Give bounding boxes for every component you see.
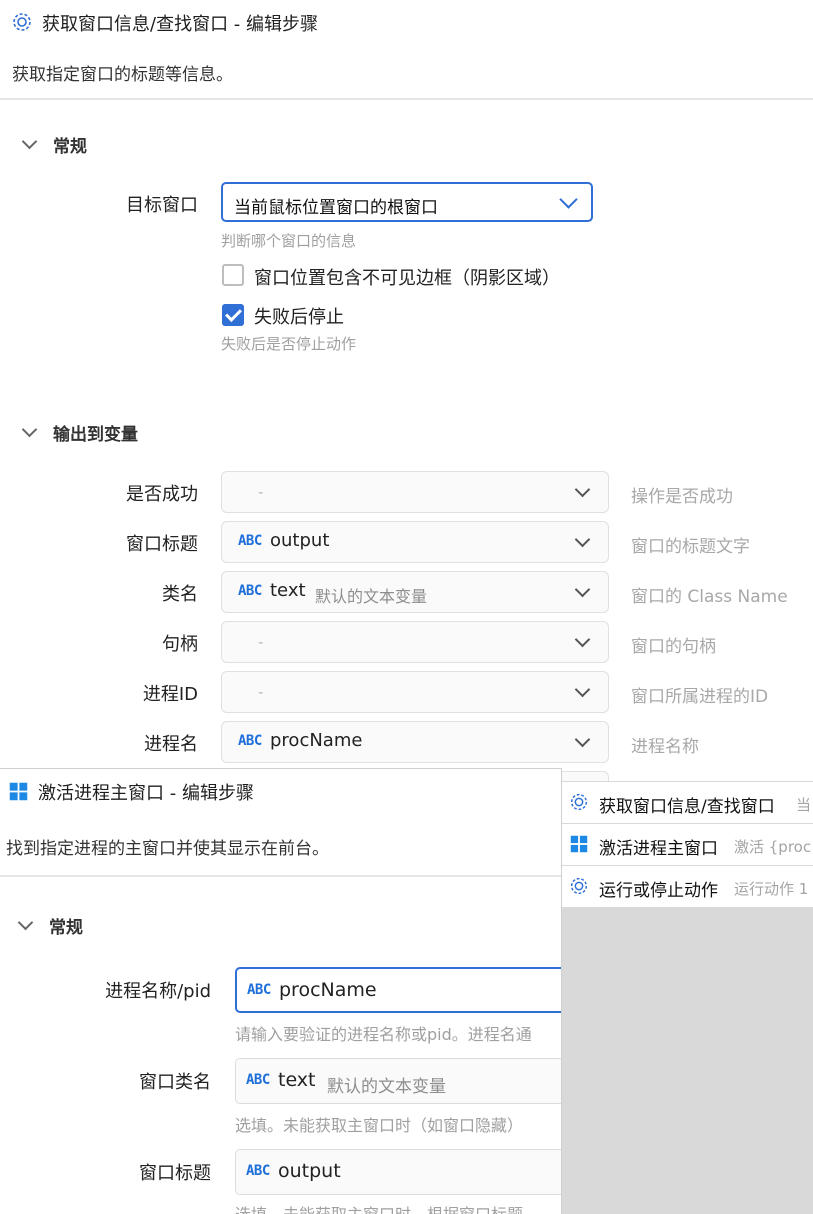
chevron-down-icon [574,481,591,498]
chevron-down-icon [574,731,591,748]
window-class-hint: 选填。未能获取主窗口时（如窗口隐藏） [235,1116,524,1135]
output-hint-pid: 窗口所属进程的ID [631,687,769,707]
window-description: 找到指定进程的主窗口并使其显示在前台。 [6,839,329,859]
window-class-label: 窗口类名 [139,1072,211,1093]
step-list: 获取窗口信息/查找窗口 当 激活进程主窗口 激活 {proc 运行或停止动作 运… [562,781,813,1214]
target-window-value: 当前鼠标位置窗口的根窗口 [234,198,438,218]
text-type-icon: ABC [247,982,271,998]
output-label-pid: 进程ID [142,684,198,705]
chevron-down-icon [21,133,38,150]
output-hint-class: 窗口的 Class Name [631,587,788,607]
chevron-down-icon [574,531,591,548]
output-select-success[interactable]: - [221,471,609,513]
step-description: 激活 {proc [734,838,812,856]
window-title-label: 窗口标题 [139,1163,211,1184]
gear-icon [570,877,588,895]
output-label-success: 是否成功 [126,484,198,505]
text-type-icon: ABC [246,1072,270,1088]
target-window-label: 目标窗口 [126,195,198,216]
output-hint-procname: 进程名称 [631,737,699,757]
output-select-title[interactable]: ABC output [221,521,609,563]
text-type-icon: ABC [246,1163,270,1179]
chevron-down-icon [21,421,38,438]
window-title: 获取窗口信息/查找窗口 - 编辑步骤 [42,14,319,35]
section-general-label: 常规 [53,137,87,157]
window-description: 获取指定窗口的标题等信息。 [12,65,233,85]
gear-icon [570,793,588,811]
step-name: 激活进程主窗口 [599,839,718,859]
step-name: 运行或停止动作 [599,881,718,901]
section-general-label: 常规 [49,918,83,938]
stop-on-fail-label: 失败后停止 [254,307,344,328]
window-title-hint: 选填。未能获取主窗口时，根据窗口标题 [235,1201,523,1214]
title-bar: 获取窗口信息/查找窗口 - 编辑步骤 [0,0,813,44]
output-hint-success: 操作是否成功 [631,487,733,507]
output-label-procname: 进程名 [144,734,198,755]
activate-window-editor: 激活进程主窗口 - 编辑步骤 找到指定进程的主窗口并使其显示在前台。 常规 进程… [0,768,562,1214]
section-general[interactable]: 常规 [21,132,87,157]
variable-name: text [270,580,306,601]
output-hint-title: 窗口的标题文字 [631,537,750,557]
chevron-down-icon [574,631,591,648]
step-item-activate-window[interactable]: 激活进程主窗口 激活 {proc [562,824,813,865]
stop-on-fail-checkbox[interactable] [222,304,244,326]
empty-value: - [258,483,264,501]
chevron-down-icon [17,914,34,931]
output-select-handle[interactable]: - [221,621,609,663]
variable-name: procName [270,730,363,751]
empty-value: - [258,633,264,651]
target-window-select[interactable]: 当前鼠标位置窗口的根窗口 [221,182,593,222]
output-label-class: 类名 [162,584,198,605]
text-type-icon: ABC [238,733,262,749]
section-general[interactable]: 常规 [17,913,83,938]
step-item-run-stop[interactable]: 运行或停止动作 运行动作 1 [562,866,813,907]
output-select-pid[interactable]: - [221,671,609,713]
variable-description: 默认的文本变量 [327,1077,446,1097]
section-output-label: 输出到变量 [53,425,138,445]
output-label-title: 窗口标题 [126,534,198,555]
text-type-icon: ABC [238,583,262,599]
variable-name: output [278,1160,341,1182]
target-window-hint: 判断哪个窗口的信息 [221,232,357,250]
output-label-handle: 句柄 [162,634,198,655]
text-type-icon: ABC [238,533,262,549]
chevron-down-icon [574,681,591,698]
divider [0,875,561,877]
invisible-border-label: 窗口位置包含不可见边框（阴影区域） [254,268,560,289]
variable-name: procName [279,979,377,1001]
output-hint-handle: 窗口的句柄 [631,637,716,657]
step-item-get-window-info[interactable]: 获取窗口信息/查找窗口 当 [562,782,813,823]
chevron-down-icon [574,581,591,598]
variable-name: text [278,1069,316,1091]
process-name-hint: 请输入要验证的进程名称或pid。进程名通 [235,1025,532,1044]
output-select-procname[interactable]: ABC procName [221,721,609,763]
divider [0,98,813,100]
window-title: 激活进程主窗口 - 编辑步骤 [38,783,254,804]
windows-icon [570,835,588,853]
windows-icon [9,782,28,801]
variable-description: 默认的文本变量 [315,587,428,606]
empty-value: - [258,683,264,701]
process-name-label: 进程名称/pid [105,981,211,1002]
step-description: 当 [796,796,812,814]
invisible-border-checkbox[interactable] [222,264,244,286]
output-select-class[interactable]: ABC text 默认的文本变量 [221,571,609,613]
stop-on-fail-hint: 失败后是否停止动作 [221,335,357,353]
chevron-down-icon [559,190,578,209]
section-output[interactable]: 输出到变量 [21,420,138,445]
step-description: 运行动作 1 [734,880,809,898]
window-class-input[interactable]: ABC text 默认的文本变量 [235,1058,561,1104]
window-title-input[interactable]: ABC output [235,1149,561,1195]
step-name: 获取窗口信息/查找窗口 [599,797,775,817]
gear-icon [13,13,31,31]
process-name-input[interactable]: ABC procName [235,967,561,1013]
variable-name: output [270,530,330,551]
